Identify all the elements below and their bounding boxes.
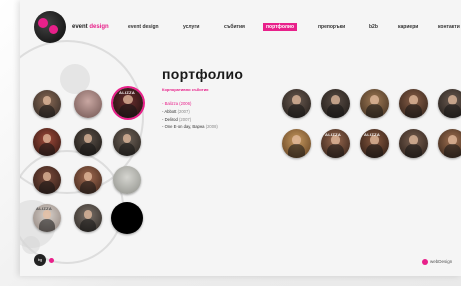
photo-thumb[interactable] bbox=[33, 128, 61, 156]
brand-word-event: event bbox=[72, 24, 88, 30]
credit-link[interactable]: webDesign bbox=[430, 259, 452, 264]
photo-thumb[interactable] bbox=[33, 90, 61, 118]
gallery-thumb[interactable] bbox=[438, 89, 461, 118]
photo-thumb-empty[interactable] bbox=[111, 202, 143, 234]
brand-name[interactable]: event design bbox=[72, 24, 109, 30]
brand-word-design: design bbox=[89, 24, 109, 30]
logo-dot bbox=[38, 18, 48, 28]
photo-thumb[interactable] bbox=[113, 166, 141, 194]
event-link[interactable]: - Delirod (2007) bbox=[162, 116, 218, 124]
events-list: - Balizza (2006) - Abbott (2007) - Delir… bbox=[162, 100, 218, 131]
credit-icon bbox=[422, 259, 428, 265]
event-link[interactable]: - Balizza (2006) bbox=[162, 100, 218, 108]
photo-thumb[interactable] bbox=[113, 128, 141, 156]
event-link[interactable]: - One E-on day, Варна (2008) bbox=[162, 123, 218, 131]
gallery-thumb[interactable] bbox=[438, 129, 461, 158]
nav-item-events[interactable]: събития bbox=[224, 24, 245, 30]
gallery-thumb[interactable] bbox=[360, 89, 389, 118]
page: event design event design услуги събития… bbox=[20, 0, 461, 276]
photo-caption: ALIZZA bbox=[119, 90, 136, 95]
photo-caption: ALIZZA bbox=[325, 132, 342, 137]
top-nav: event design event design услуги събития… bbox=[20, 10, 461, 44]
photo-thumb[interactable] bbox=[74, 90, 102, 118]
photo-thumb[interactable] bbox=[74, 128, 102, 156]
gallery-thumb[interactable] bbox=[282, 89, 311, 118]
photo-caption: ALIZZA bbox=[36, 206, 53, 211]
nav-item-careers[interactable]: кариери bbox=[398, 24, 418, 30]
event-link[interactable]: - Abbott (2007) bbox=[162, 108, 218, 116]
gallery-thumb[interactable] bbox=[321, 89, 350, 118]
section-subtitle: Корпоративни събития bbox=[162, 87, 209, 92]
photo-thumb[interactable] bbox=[33, 166, 61, 194]
photo-thumb[interactable] bbox=[74, 166, 102, 194]
logo-dot bbox=[49, 25, 58, 34]
nav-item-b2b[interactable]: b2b bbox=[369, 24, 378, 30]
gallery-thumb[interactable] bbox=[399, 89, 428, 118]
logo[interactable] bbox=[34, 11, 66, 43]
nav-item-portfolio[interactable]: портфолио bbox=[263, 23, 298, 31]
decor-blob bbox=[22, 236, 40, 254]
page-title: портфолио bbox=[162, 66, 244, 82]
nav-item-event-design[interactable]: event design bbox=[128, 24, 159, 30]
nav-item-contacts[interactable]: контакти bbox=[438, 24, 460, 30]
photo-caption: ALIZZA bbox=[364, 132, 381, 137]
nav-item-recommendations[interactable]: препоръки bbox=[318, 24, 345, 30]
browser-viewport: event design event design услуги събития… bbox=[0, 0, 461, 286]
language-button[interactable]: bg bbox=[34, 254, 46, 266]
gallery-thumb[interactable] bbox=[399, 129, 428, 158]
photo-thumb[interactable] bbox=[74, 204, 102, 232]
gallery-thumb[interactable] bbox=[282, 129, 311, 158]
language-dot[interactable] bbox=[49, 258, 54, 263]
nav-item-services[interactable]: услуги bbox=[183, 24, 199, 30]
